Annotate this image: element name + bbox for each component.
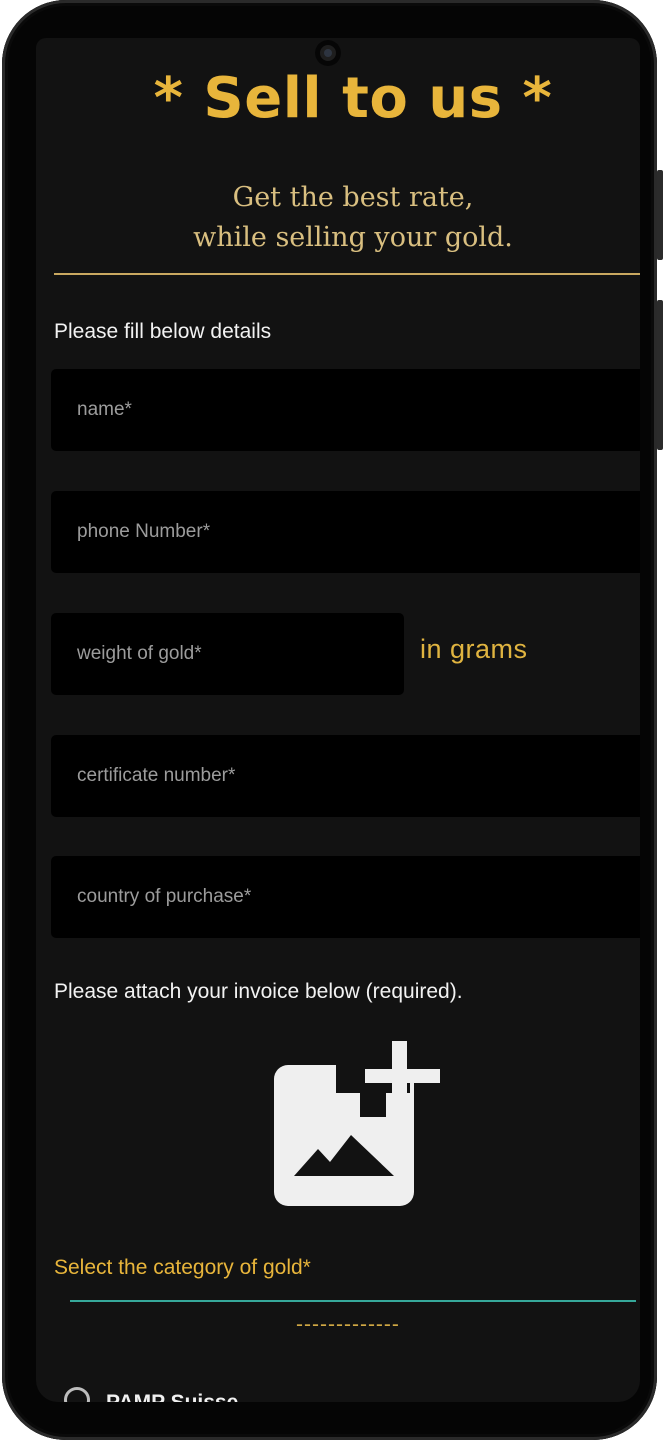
category-dropdown-value[interactable]: ------------- xyxy=(296,1313,400,1337)
country-of-purchase-input[interactable]: country of purchase* xyxy=(51,856,640,938)
volume-button xyxy=(657,170,663,260)
certificate-number-input[interactable]: certificate number* xyxy=(51,735,640,817)
radio-option-label: PAMP Suisse xyxy=(106,1391,238,1402)
phone-number-input[interactable]: phone Number* xyxy=(51,491,640,573)
category-underline xyxy=(70,1300,636,1302)
form-instructions: Please fill below details xyxy=(54,320,272,343)
page-subtitle: Get the best rate, while selling your go… xyxy=(36,178,640,258)
header-divider xyxy=(54,273,640,275)
subtitle-line-2: while selling your gold. xyxy=(193,222,513,253)
category-label: Select the category of gold* xyxy=(54,1256,311,1279)
name-input[interactable]: name* xyxy=(51,369,640,451)
power-button xyxy=(657,300,663,450)
subtitle-line-1: Get the best rate, xyxy=(232,182,474,213)
attach-invoice-instructions: Please attach your invoice below (requir… xyxy=(54,980,463,1003)
plus-horizontal-bar xyxy=(365,1069,440,1083)
weight-of-gold-input[interactable]: weight of gold* xyxy=(51,613,404,695)
add-image-icon[interactable] xyxy=(274,1041,442,1209)
front-camera xyxy=(315,40,341,66)
page-title: * Sell to us * xyxy=(153,66,553,131)
radio-button[interactable] xyxy=(64,1387,90,1402)
weight-unit-label: in grams xyxy=(420,634,528,664)
app-screen: * Sell to us * Get the best rate, while … xyxy=(36,38,640,1402)
